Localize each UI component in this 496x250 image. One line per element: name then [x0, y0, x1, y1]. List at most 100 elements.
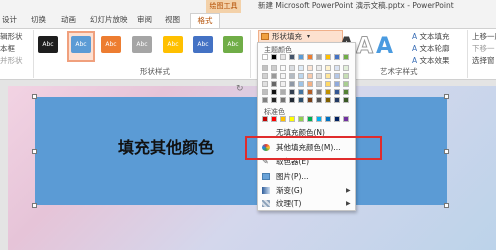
theme-color-swatch[interactable]: [271, 73, 277, 79]
theme-color-swatch[interactable]: [334, 65, 340, 71]
theme-color-swatch[interactable]: [307, 89, 313, 95]
tab-design[interactable]: 设计: [2, 13, 17, 28]
theme-color-swatch[interactable]: [343, 73, 349, 79]
text-effect-button[interactable]: A 文本效果: [412, 55, 450, 66]
shape-style-5[interactable]: Abc: [163, 36, 183, 53]
theme-color-swatch[interactable]: [334, 73, 340, 79]
send-backward-button[interactable]: 下移一: [472, 43, 495, 54]
theme-color-swatch[interactable]: [262, 65, 268, 71]
theme-color-swatch[interactable]: [289, 81, 295, 87]
theme-color-swatch[interactable]: [316, 89, 322, 95]
bring-forward-button[interactable]: 上移一层: [472, 31, 496, 42]
standard-color-swatch[interactable]: [325, 116, 331, 122]
theme-color-swatch[interactable]: [271, 89, 277, 95]
standard-color-swatch[interactable]: [271, 116, 277, 122]
tab-format[interactable]: 格式: [190, 13, 220, 29]
resize-handle-br[interactable]: [444, 203, 449, 208]
theme-color-swatch[interactable]: [316, 54, 322, 60]
standard-color-swatch[interactable]: [298, 116, 304, 122]
theme-color-swatch[interactable]: [307, 81, 313, 87]
theme-color-swatch[interactable]: [262, 97, 268, 103]
resize-handle-tl[interactable]: [32, 94, 37, 99]
standard-color-swatch[interactable]: [334, 116, 340, 122]
theme-color-swatch[interactable]: [280, 81, 286, 87]
tab-transitions[interactable]: 切换: [31, 13, 46, 28]
theme-color-swatch[interactable]: [343, 65, 349, 71]
theme-color-swatch[interactable]: [289, 89, 295, 95]
selected-rectangle-shape[interactable]: [35, 97, 447, 205]
merge-shapes-button[interactable]: 并形状: [0, 55, 23, 66]
theme-color-swatch[interactable]: [334, 89, 340, 95]
theme-color-swatch[interactable]: [289, 97, 295, 103]
theme-color-swatch[interactable]: [262, 89, 268, 95]
theme-color-swatch[interactable]: [325, 54, 331, 60]
wordart-style-blue[interactable]: A: [376, 34, 393, 59]
picture-fill-item[interactable]: 图片(P)...: [258, 170, 355, 183]
texture-fill-item[interactable]: 纹理(T) ▶: [258, 197, 355, 210]
shape-style-2[interactable]: Abc: [71, 36, 91, 53]
theme-color-swatch[interactable]: [271, 54, 277, 60]
theme-color-swatch[interactable]: [289, 54, 295, 60]
theme-color-swatch[interactable]: [298, 73, 304, 79]
theme-color-swatch[interactable]: [298, 89, 304, 95]
standard-color-swatch[interactable]: [280, 116, 286, 122]
standard-color-swatch[interactable]: [316, 116, 322, 122]
theme-color-swatch[interactable]: [316, 97, 322, 103]
theme-color-swatch[interactable]: [289, 65, 295, 71]
theme-color-swatch[interactable]: [325, 89, 331, 95]
theme-color-swatch[interactable]: [280, 97, 286, 103]
theme-color-swatch[interactable]: [316, 81, 322, 87]
theme-color-swatch[interactable]: [307, 97, 313, 103]
text-outline-button[interactable]: A 文本轮廓: [412, 43, 450, 54]
standard-color-swatch[interactable]: [262, 116, 268, 122]
theme-color-swatch[interactable]: [325, 97, 331, 103]
theme-color-swatch[interactable]: [280, 89, 286, 95]
theme-color-swatch[interactable]: [298, 65, 304, 71]
theme-color-swatch[interactable]: [343, 54, 349, 60]
theme-color-swatch[interactable]: [316, 73, 322, 79]
tab-slideshow[interactable]: 幻灯片放映: [90, 13, 128, 28]
standard-color-swatch[interactable]: [343, 116, 349, 122]
shape-style-1[interactable]: Abc: [38, 36, 58, 53]
theme-color-swatch[interactable]: [280, 73, 286, 79]
theme-color-swatch[interactable]: [298, 81, 304, 87]
resize-handle-mr[interactable]: [444, 149, 449, 154]
theme-color-swatch[interactable]: [325, 65, 331, 71]
shape-style-7[interactable]: Abc: [223, 36, 243, 53]
resize-handle-bl[interactable]: [32, 203, 37, 208]
gradient-fill-item[interactable]: 渐变(G) ▶: [258, 184, 355, 197]
textbox-button[interactable]: 本框: [0, 43, 15, 54]
text-fill-button[interactable]: A 文本填充: [412, 31, 450, 42]
theme-color-swatch[interactable]: [307, 73, 313, 79]
standard-color-swatch[interactable]: [289, 116, 295, 122]
theme-color-swatch[interactable]: [271, 65, 277, 71]
theme-color-swatch[interactable]: [343, 81, 349, 87]
tab-animations[interactable]: 动画: [61, 13, 76, 28]
theme-color-swatch[interactable]: [298, 54, 304, 60]
theme-color-swatch[interactable]: [307, 54, 313, 60]
shape-style-6[interactable]: Abc: [193, 36, 213, 53]
theme-color-swatch[interactable]: [343, 97, 349, 103]
theme-color-swatch[interactable]: [280, 54, 286, 60]
resize-handle-tr[interactable]: [444, 94, 449, 99]
theme-color-swatch[interactable]: [262, 81, 268, 87]
theme-color-swatch[interactable]: [262, 73, 268, 79]
shape-style-4[interactable]: Abc: [132, 36, 152, 53]
theme-color-swatch[interactable]: [307, 65, 313, 71]
theme-color-swatch[interactable]: [343, 89, 349, 95]
theme-color-swatch[interactable]: [271, 81, 277, 87]
edit-shape-button[interactable]: 辑形状: [0, 31, 23, 42]
wordart-style-white[interactable]: A: [355, 34, 373, 60]
theme-color-swatch[interactable]: [271, 97, 277, 103]
theme-color-swatch[interactable]: [280, 65, 286, 71]
theme-color-swatch[interactable]: [298, 97, 304, 103]
resize-handle-ml[interactable]: [32, 149, 37, 154]
tab-review[interactable]: 审阅: [137, 13, 152, 28]
theme-color-swatch[interactable]: [289, 73, 295, 79]
tab-view[interactable]: 视图: [165, 13, 180, 28]
theme-color-swatch[interactable]: [334, 81, 340, 87]
selection-pane-button[interactable]: 选择窗: [472, 55, 495, 66]
theme-color-swatch[interactable]: [325, 73, 331, 79]
theme-color-swatch[interactable]: [316, 65, 322, 71]
standard-color-swatch[interactable]: [307, 116, 313, 122]
